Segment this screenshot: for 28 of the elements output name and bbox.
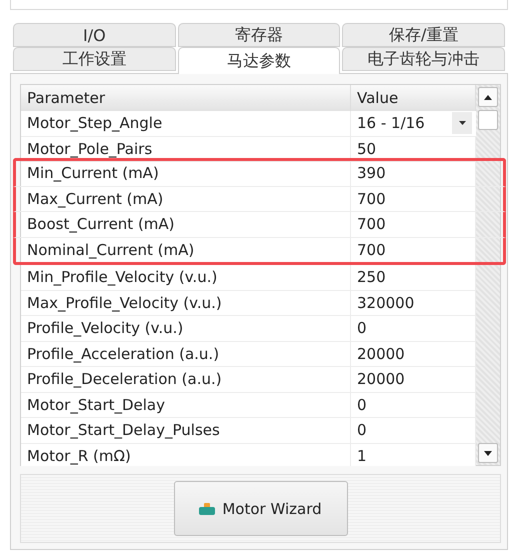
- parameter-cell: Profile_Deceleration (a.u.): [21, 367, 351, 392]
- parameter-cell: Max_Profile_Velocity (v.u.): [21, 290, 351, 315]
- tab[interactable]: 寄存器: [178, 23, 340, 47]
- parameter-cell: Profile_Acceleration (a.u.): [21, 342, 351, 366]
- parameter-cell: Profile_Velocity (v.u.): [21, 316, 351, 340]
- tab[interactable]: 马达参数: [178, 47, 340, 74]
- parameter-cell: Boost_Current (mA): [21, 212, 351, 236]
- motor-icon: [199, 502, 216, 514]
- tab[interactable]: 电子齿轮与冲击: [342, 47, 506, 71]
- parameter-cell: Nominal_Current (mA): [21, 238, 351, 262]
- tab[interactable]: 保存/重置: [342, 23, 506, 47]
- parameter-cell: Motor_Start_Delay: [21, 392, 351, 417]
- parameter-cell: Motor_R (mΩ): [21, 444, 351, 466]
- caret-icon: [458, 121, 466, 126]
- parameter-cell: Motor_Step_Angle: [21, 111, 351, 136]
- value-dropdown[interactable]: 16 - 1/16: [351, 111, 476, 136]
- scrollbar[interactable]: [476, 85, 500, 465]
- scroll-down-icon: [484, 450, 492, 456]
- motor-wizard-button[interactable]: Motor Wizard: [174, 481, 348, 536]
- parameter-cell: Min_Profile_Velocity (v.u.): [21, 265, 351, 290]
- tab[interactable]: I/O: [13, 23, 176, 47]
- parameter-cell: Max_Current (mA): [21, 186, 351, 211]
- scroll-up-icon: [484, 94, 492, 100]
- tab[interactable]: 工作设置: [13, 47, 176, 71]
- scroll-thumb[interactable]: [478, 110, 498, 130]
- parameter-cell: Min_Current (mA): [21, 161, 351, 186]
- parameter-cell: Motor_Pole_Pairs: [21, 136, 351, 161]
- parameter-cell: Motor_Start_Delay_Pulses: [21, 418, 351, 442]
